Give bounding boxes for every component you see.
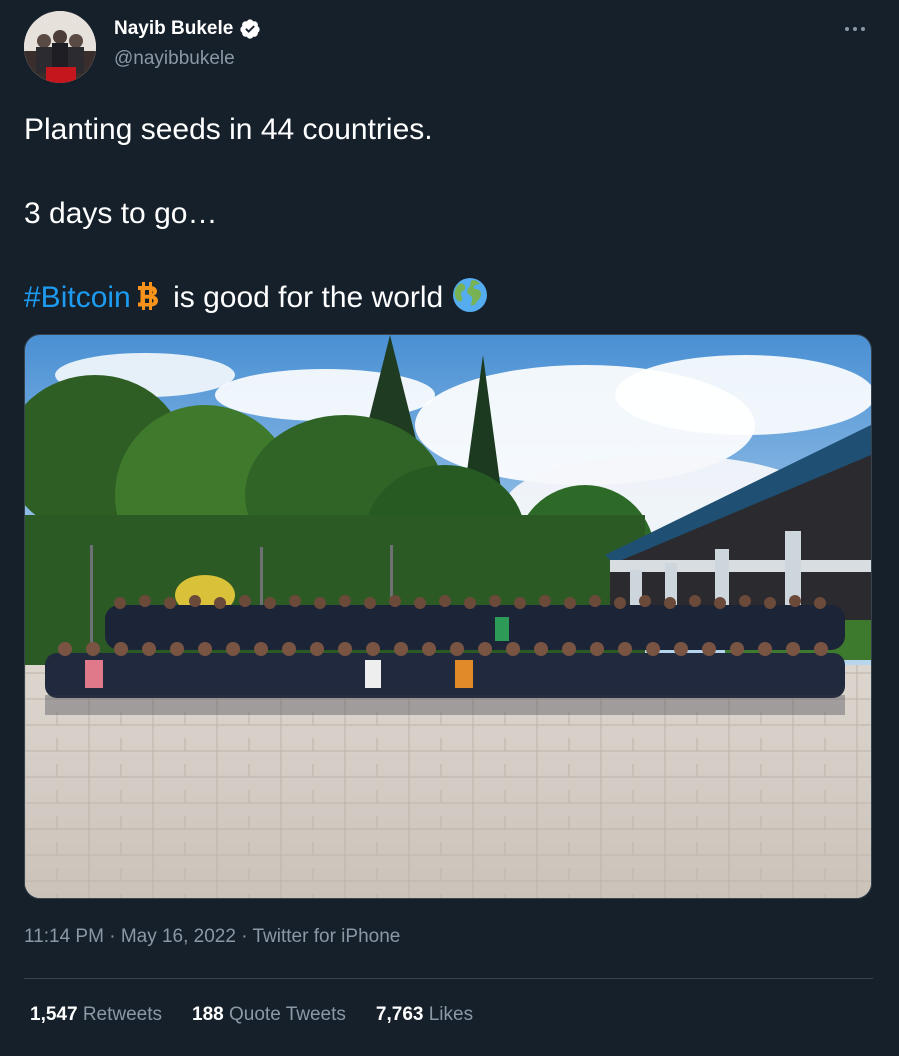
group-photo-image [25,335,871,898]
likes-stat[interactable]: 7,763 Likes [376,1004,473,1026]
bitcoin-logo-icon [137,282,158,310]
tweet-photo[interactable] [24,334,872,899]
retweets-count: 1,547 [30,1004,78,1025]
engagement-stats: 1,547 Retweets 188 Quote Tweets 7,763 Li… [30,1004,473,1026]
quote-tweets-stat[interactable]: 188 Quote Tweets [192,1004,346,1026]
verified-badge-icon [240,19,260,39]
author-name-row[interactable]: Nayib Bukele [114,18,261,40]
tweet-time[interactable]: 11:14 PM [24,926,104,947]
likes-count: 7,763 [375,1004,424,1025]
likes-label: Likes [428,1004,474,1025]
quote-tweets-count: 188 [192,1004,224,1025]
tweet-source-link[interactable]: Twitter for iPhone [253,926,401,947]
tweet-line-3: #Bitcoin is good for the world [24,277,874,319]
tweet-text: Planting seeds in 44 countries. 3 days t… [24,109,874,319]
retweets-label: Retweets [82,1004,163,1025]
author-display-name[interactable]: Nayib Bukele [114,18,233,40]
author-handle[interactable]: @nayibbukele [114,48,235,70]
hashtag-bitcoin-link[interactable]: #Bitcoin [24,281,131,314]
meta-separator: · [109,926,116,947]
tweet-line-2: 3 days to go… [24,197,218,230]
tweet-line-1: Planting seeds in 44 countries. [24,113,433,146]
ellipsis-icon [845,27,865,31]
more-options-button[interactable] [837,14,873,44]
globe-earth-icon [452,278,487,312]
tweet-date[interactable]: May 16, 2022 [121,926,236,947]
meta-separator-2: · [241,926,248,947]
tweet-detail: Nayib Bukele @nayibbukele Planting seeds… [0,0,899,1056]
avatar[interactable] [24,11,96,83]
avatar-image [24,11,96,83]
quote-tweets-label: Quote Tweets [229,1004,346,1025]
retweets-stat[interactable]: 1,547 Retweets [30,1004,162,1026]
stats-divider [24,978,873,979]
tweet-timestamp-row: 11:14 PM · May 16, 2022 · Twitter for iP… [24,926,400,948]
tweet-line-3-text: is good for the world [164,281,444,314]
